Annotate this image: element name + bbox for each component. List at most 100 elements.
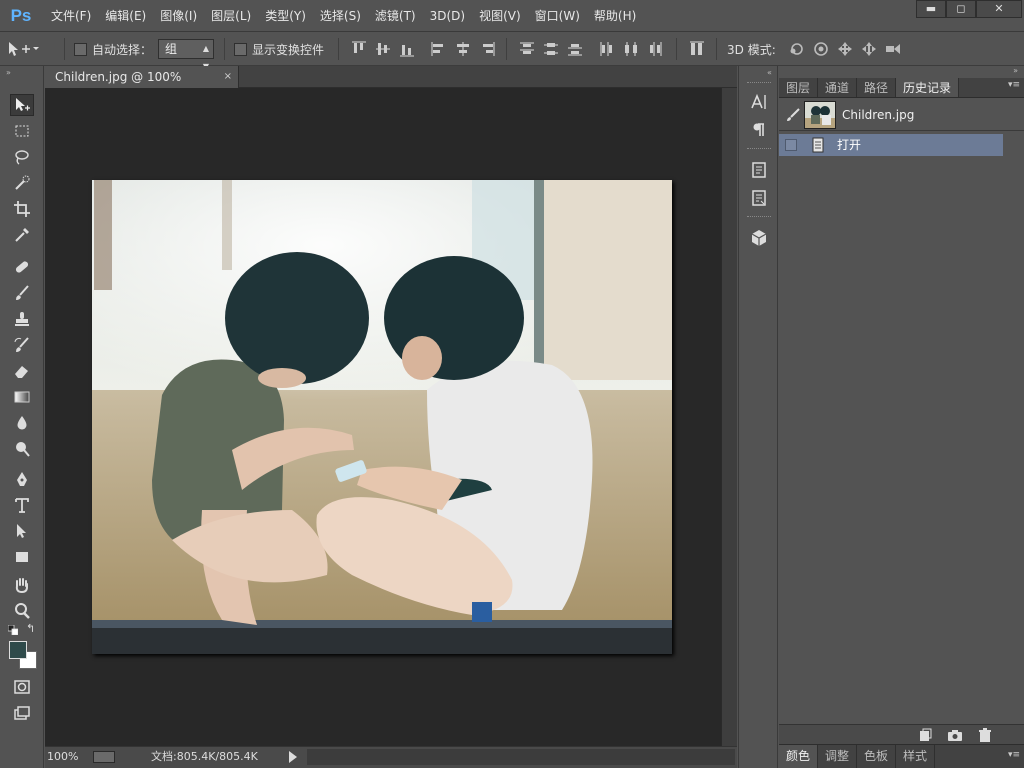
tab-close-icon[interactable]: ×: [224, 66, 232, 88]
healing-brush-tool[interactable]: [10, 256, 34, 278]
tab-adjustments[interactable]: 调整: [818, 745, 858, 768]
quick-mask-button[interactable]: [10, 676, 34, 698]
lasso-tool[interactable]: [10, 146, 34, 168]
auto-select-checkbox[interactable]: [74, 42, 87, 56]
tab-swatches[interactable]: 色板: [857, 745, 897, 768]
history-brush-source-icon[interactable]: [785, 107, 801, 123]
distribute-bottom-icon[interactable]: [566, 40, 584, 58]
align-vcenter-icon[interactable]: [374, 40, 392, 58]
menu-type[interactable]: 类型(Y): [258, 0, 313, 32]
align-hcenter-icon[interactable]: [454, 40, 472, 58]
history-brush-source-checkbox[interactable]: [785, 139, 797, 151]
character-styles-icon[interactable]: [749, 160, 769, 180]
menu-help[interactable]: 帮助(H): [587, 0, 643, 32]
quick-selection-tool[interactable]: [10, 172, 34, 194]
panel-menu-icon[interactable]: ▾≡: [1008, 80, 1020, 90]
close-button[interactable]: ✕: [976, 0, 1022, 18]
menu-3d[interactable]: 3D(D): [423, 0, 472, 32]
history-snapshot[interactable]: Children.jpg: [779, 99, 1024, 131]
swap-colors-icon[interactable]: ↰: [26, 623, 38, 635]
dock-grip[interactable]: [747, 82, 771, 85]
align-top-icon[interactable]: [350, 40, 368, 58]
horizontal-scrollbar[interactable]: [307, 749, 735, 765]
status-menu-arrow-icon[interactable]: [289, 751, 297, 763]
3d-slide-icon[interactable]: [860, 40, 878, 58]
tab-history[interactable]: 历史记录: [896, 78, 960, 97]
menu-layer[interactable]: 图层(L): [204, 0, 258, 32]
tab-channels[interactable]: 通道: [818, 78, 858, 97]
eyedropper-icon: [15, 228, 29, 242]
3d-drag-icon[interactable]: [836, 40, 854, 58]
align-bottom-icon[interactable]: [398, 40, 416, 58]
minimize-button[interactable]: ▬: [916, 0, 946, 18]
vertical-scrollbar[interactable]: [721, 88, 737, 746]
dock-grip[interactable]: [747, 216, 771, 219]
panel-collapse-icon[interactable]: »: [1013, 66, 1018, 75]
menu-filter[interactable]: 滤镜(T): [368, 0, 423, 32]
clone-stamp-tool[interactable]: [10, 308, 34, 330]
dodge-tool[interactable]: [10, 438, 34, 460]
menu-file[interactable]: 文件(F): [44, 0, 98, 32]
tab-layers[interactable]: 图层: [779, 78, 819, 97]
foreground-color-swatch[interactable]: [9, 641, 27, 659]
zoom-level[interactable]: 100%: [47, 747, 78, 767]
distribute-left-icon[interactable]: [598, 40, 616, 58]
marquee-tool[interactable]: [10, 120, 34, 142]
tab-styles[interactable]: 样式: [896, 745, 936, 768]
magnifier-icon: [15, 603, 30, 619]
trash-icon[interactable]: [977, 727, 993, 743]
3d-roll-icon[interactable]: [812, 40, 830, 58]
menu-image[interactable]: 图像(I): [153, 0, 204, 32]
show-transform-checkbox[interactable]: [234, 42, 247, 56]
align-left-icon[interactable]: [430, 40, 448, 58]
hand-tool[interactable]: [10, 574, 34, 596]
color-panel-menu-icon[interactable]: ▾≡: [1008, 750, 1020, 760]
canvas-area[interactable]: [45, 88, 721, 746]
lasso-icon: [15, 150, 29, 165]
path-selection-tool[interactable]: [10, 520, 34, 542]
panel-collapse-icon[interactable]: »: [6, 68, 11, 77]
screen-mode-button[interactable]: [10, 702, 34, 724]
rectangle-tool[interactable]: [10, 546, 34, 568]
maximize-button[interactable]: ◻: [946, 0, 976, 18]
distribute-right-icon[interactable]: [646, 40, 664, 58]
auto-align-layers-icon[interactable]: [688, 40, 706, 58]
crop-tool[interactable]: [10, 198, 34, 220]
character-panel-icon[interactable]: [749, 92, 769, 112]
3d-rotate-icon[interactable]: [788, 40, 806, 58]
distribute-top-icon[interactable]: [518, 40, 536, 58]
eraser-tool[interactable]: [10, 360, 34, 382]
gradient-tool[interactable]: [10, 386, 34, 408]
brush-tool[interactable]: [10, 282, 34, 304]
menu-edit[interactable]: 编辑(E): [98, 0, 153, 32]
zoom-tool[interactable]: [10, 600, 34, 622]
menu-window[interactable]: 窗口(W): [528, 0, 587, 32]
move-tool[interactable]: [10, 94, 34, 116]
dock-expand-icon[interactable]: «: [767, 68, 772, 77]
paragraph-styles-icon[interactable]: [749, 188, 769, 208]
pen-tool[interactable]: [10, 468, 34, 490]
eyedropper-tool[interactable]: [10, 224, 34, 246]
default-colors-icon[interactable]: [7, 624, 19, 636]
3d-scale-icon[interactable]: [884, 40, 902, 58]
history-state-item[interactable]: 打开: [779, 134, 1003, 156]
menu-select[interactable]: 选择(S): [313, 0, 368, 32]
new-document-from-state-icon[interactable]: [917, 727, 933, 743]
document-image[interactable]: [92, 180, 672, 654]
menu-view[interactable]: 视图(V): [472, 0, 528, 32]
3d-panel-icon[interactable]: [749, 228, 769, 248]
tab-paths[interactable]: 路径: [857, 78, 897, 97]
tool-preset-picker[interactable]: [6, 32, 40, 66]
distribute-vcenter-icon[interactable]: [542, 40, 560, 58]
type-tool[interactable]: [10, 494, 34, 516]
tab-color[interactable]: 颜色: [779, 745, 819, 768]
align-right-icon[interactable]: [478, 40, 496, 58]
camera-snapshot-icon[interactable]: [947, 727, 963, 743]
blur-tool[interactable]: [10, 412, 34, 434]
dock-grip[interactable]: [747, 148, 771, 151]
auto-select-dropdown[interactable]: 组 ▲▼: [158, 39, 214, 71]
document-tab[interactable]: Children.jpg @ 100%(RGB/8#) ×: [45, 66, 239, 106]
distribute-hcenter-icon[interactable]: [622, 40, 640, 58]
paragraph-panel-icon[interactable]: [749, 120, 769, 140]
history-brush-tool[interactable]: [10, 334, 34, 356]
